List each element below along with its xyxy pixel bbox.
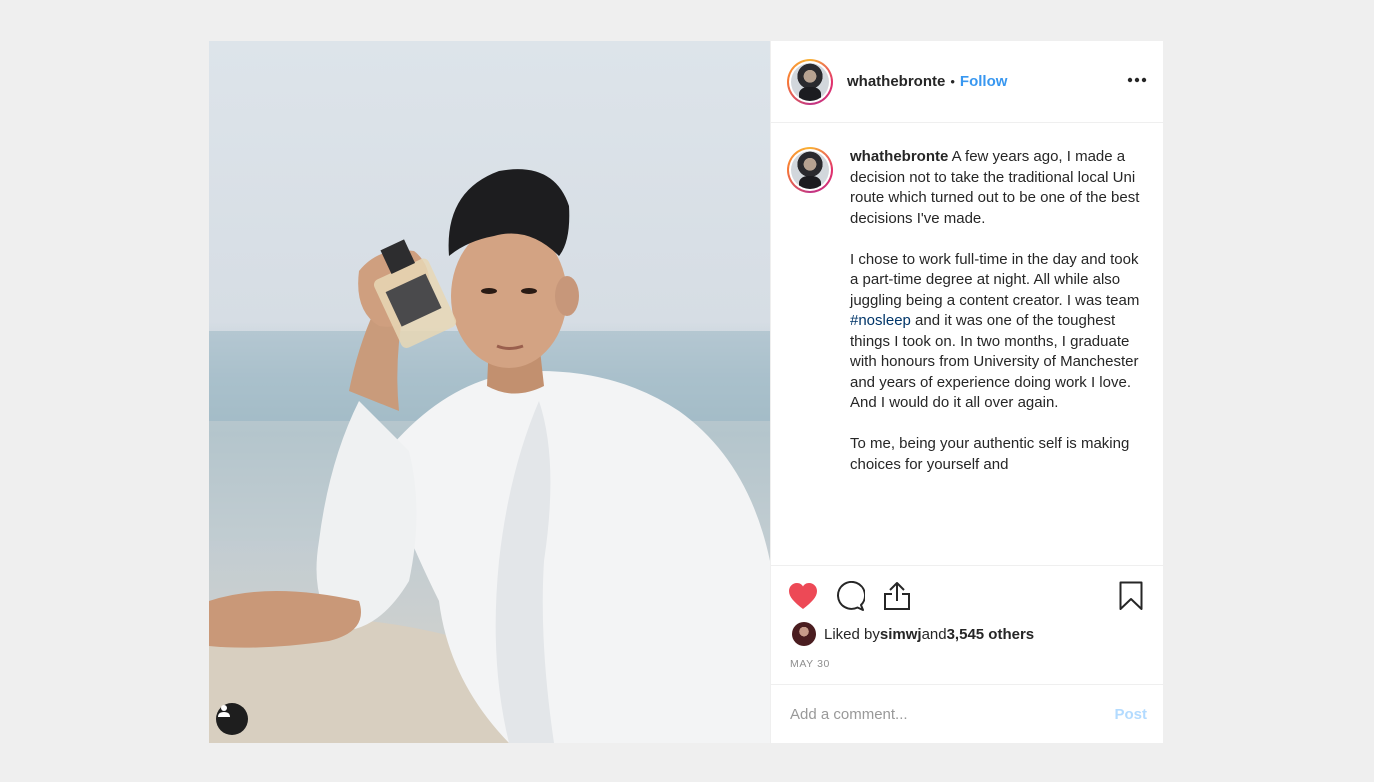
post-header: whathebronte • Follow [771, 41, 1163, 123]
post-photo[interactable] [209, 41, 770, 743]
separator-dot: • [950, 74, 955, 89]
caption-body: A few years ago, I made a decision not t… [850, 148, 1140, 309]
post-card: whathebronte • Follow whathebronte A few… [209, 41, 1163, 743]
action-section: Liked by simwj and 3,545 others MAY 30 [771, 566, 1163, 670]
post-date[interactable]: MAY 30 [790, 658, 1147, 670]
heart-icon[interactable] [787, 580, 819, 612]
author-username[interactable]: whathebronte [847, 73, 945, 90]
caption-text: whathebronte A few years ago, I made a d… [850, 147, 1140, 565]
comment-bar: Post [771, 684, 1163, 743]
post-comment-button[interactable]: Post [1114, 706, 1147, 723]
post-side-panel: whathebronte • Follow whathebronte A few… [770, 41, 1163, 743]
bookmark-icon[interactable] [1115, 580, 1147, 612]
comment-input[interactable] [790, 705, 1115, 723]
tagged-users-button[interactable] [216, 703, 248, 735]
liker-avatar[interactable] [792, 622, 816, 646]
more-options-icon[interactable] [1127, 72, 1147, 91]
caption-section: whathebronte A few years ago, I made a d… [771, 123, 1163, 566]
caption-username[interactable]: whathebronte [850, 148, 948, 165]
comment-icon[interactable] [834, 580, 866, 612]
caption-body-continued: and it was one of the toughest things I … [850, 312, 1139, 473]
likes-summary[interactable]: Liked by simwj and 3,545 others [787, 622, 1147, 646]
person-icon [218, 705, 230, 717]
share-icon[interactable] [881, 580, 913, 612]
photo-illustration [209, 169, 770, 743]
caption-author-avatar[interactable] [787, 147, 833, 193]
follow-button[interactable]: Follow [960, 73, 1008, 90]
hashtag-link[interactable]: #nosleep [850, 312, 911, 329]
action-icons [787, 578, 1147, 614]
liker-username[interactable]: simwj [880, 626, 922, 643]
likes-middle: and [921, 625, 947, 643]
likes-count[interactable]: 3,545 others [947, 626, 1035, 643]
author-avatar[interactable] [787, 58, 833, 105]
likes-prefix: Liked by [824, 625, 880, 643]
